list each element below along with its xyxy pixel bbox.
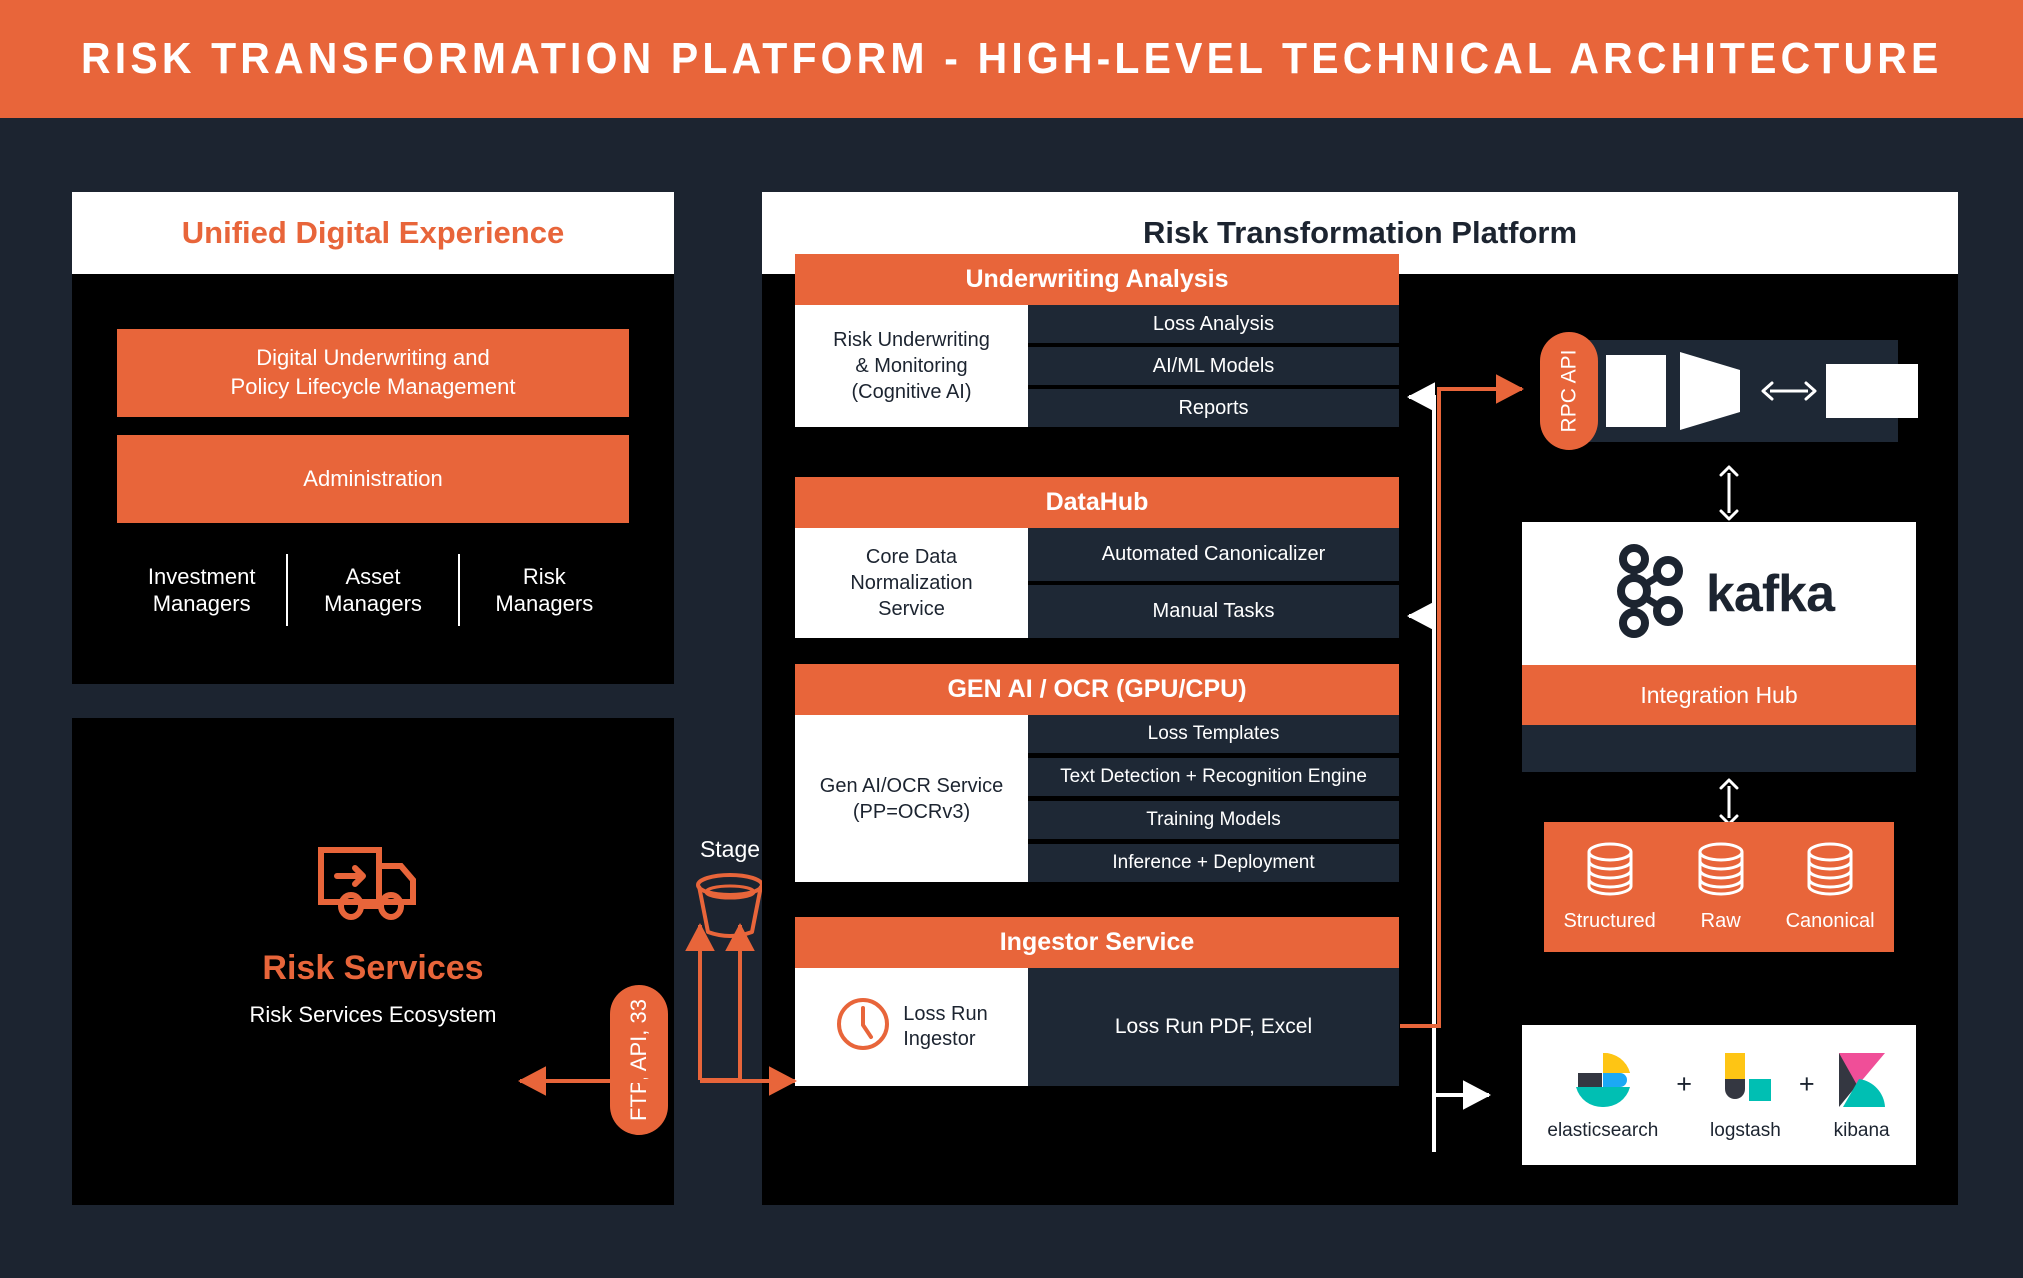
data-store-label: Raw	[1700, 910, 1741, 932]
risk-services-title: Risk Services	[262, 948, 484, 987]
loss-run-ingestor-label: Loss Run Ingestor	[903, 1003, 988, 1050]
datahub-service-label: Core Data Normalization Service	[795, 528, 1028, 638]
bidirectional-arrow-icon	[1760, 378, 1818, 409]
row-loss-analysis[interactable]: Loss Analysis	[1028, 305, 1399, 343]
elasticsearch-item: elasticsearch	[1547, 1049, 1658, 1142]
delivery-truck-icon	[313, 836, 433, 931]
loss-run-ingestor-cell: Loss Run Ingestor	[795, 968, 1028, 1086]
pipeline-output-rectangle-icon	[1826, 364, 1918, 418]
ftp-api-pill: FTP, API, 33	[610, 985, 668, 1135]
kafka-wordmark: kafka	[1706, 564, 1835, 623]
platform-title: Risk Transformation Platform	[1142, 215, 1578, 250]
kafka-integration-panel: kafka Integration Hub	[1522, 522, 1916, 772]
data-store-raw: Raw	[1695, 841, 1747, 933]
kafka-logo-area: kafka	[1522, 522, 1916, 665]
clock-icon	[835, 996, 891, 1059]
vertical-bidirectional-arrow-icon	[1716, 465, 1742, 526]
underwriting-analysis-block: Underwriting Analysis Risk Underwriting &…	[795, 254, 1399, 427]
rpc-api-label: RPC API	[1557, 349, 1580, 433]
plus-separator-icon: +	[1676, 1068, 1693, 1099]
logstash-item: logstash	[1710, 1049, 1781, 1142]
role-asset-managers: Asset Managers	[324, 563, 422, 617]
row-inference-deployment[interactable]: Inference + Deployment	[1028, 844, 1399, 882]
page-header: Risk Transformation Platform - High-Leve…	[0, 0, 2023, 118]
underwriting-analysis-title: Underwriting Analysis	[795, 254, 1399, 305]
kafka-logo	[1604, 542, 1692, 645]
gen-ai-ocr-title: GEN AI / OCR (GPU/CPU)	[795, 664, 1399, 715]
bucket-icon	[688, 872, 772, 947]
unified-digital-experience-title: Unified Digital Experience	[181, 215, 565, 250]
elk-stack-panel: elasticsearch + logstash + kibana	[1522, 1025, 1916, 1165]
database-icon	[1695, 841, 1747, 902]
risk-services-subtitle: Risk Services Ecosystem	[249, 1001, 497, 1027]
role-investment-managers: Investment Managers	[147, 563, 256, 617]
row-text-detection[interactable]: Text Detection + Recognition Engine	[1028, 758, 1399, 796]
data-store-label: Canonical	[1785, 910, 1875, 932]
integration-hub-caption: Integration Hub	[1522, 665, 1916, 725]
datahub-block: DataHub Core Data Normalization Service Au…	[795, 477, 1399, 638]
data-store-structured: Structured	[1563, 841, 1656, 933]
elasticsearch-logo	[1572, 1049, 1634, 1116]
row-loss-templates[interactable]: Loss Templates	[1028, 715, 1399, 753]
digital-underwriting-label: Digital Underwriting and Policy Lifecycle…	[230, 345, 516, 399]
row-ai-ml-models[interactable]: AI/ML Models	[1028, 347, 1399, 385]
risk-services-panel: Risk Services Risk Services Ecosystem	[72, 718, 674, 1205]
page-title: Risk Transformation Platform - High-Leve…	[80, 34, 1943, 83]
database-icon	[1584, 841, 1636, 902]
ingestor-service-title: Ingestor Service	[795, 917, 1399, 968]
risk-services-content: Risk Services Risk Services Ecosystem	[72, 718, 674, 1205]
ftp-api-label: FTP, API, 33	[626, 999, 652, 1121]
row-reports[interactable]: Reports	[1028, 389, 1399, 427]
data-store-label: Structured	[1563, 910, 1656, 932]
pipeline-rectangle-icon	[1606, 355, 1666, 427]
logstash-logo	[1715, 1049, 1775, 1116]
pipeline-funnel-icon	[1678, 352, 1748, 435]
processing-pipeline-bar	[1568, 340, 1918, 442]
gen-ai-ocr-block: GEN AI / OCR (GPU/CPU) Gen AI/OCR Servic…	[795, 664, 1399, 882]
administration-bar[interactable]: Administration	[117, 435, 629, 523]
logstash-label: logstash	[1710, 1119, 1781, 1141]
row-loss-run-pdf-excel[interactable]: Loss Run PDF, Excel	[1028, 968, 1399, 1086]
kibana-label: kibana	[1833, 1119, 1890, 1141]
role-risk-managers: Risk Managers	[495, 563, 594, 617]
kibana-logo	[1833, 1049, 1891, 1116]
plus-separator-icon: +	[1798, 1068, 1815, 1099]
user-roles-row: Investment Managers Asset Managers Risk Man…	[117, 547, 629, 633]
datahub-title: DataHub	[795, 477, 1399, 528]
kibana-item: kibana	[1833, 1049, 1891, 1142]
unified-digital-experience-header: Unified Digital Experience	[72, 192, 674, 274]
row-manual-tasks[interactable]: Manual Tasks	[1028, 585, 1399, 638]
ingestor-service-block: Ingestor Service Loss Run Ingestor Loss R…	[795, 917, 1399, 1086]
elasticsearch-label: elasticsearch	[1547, 1119, 1659, 1141]
administration-label: Administration	[303, 465, 443, 491]
unified-digital-experience-panel: Unified Digital Experience Digital Under…	[72, 192, 674, 684]
data-stores-panel: Structured Raw Canonical	[1544, 822, 1894, 952]
architecture-diagram: Risk Transformation Platform - High-Leve…	[0, 0, 2023, 1278]
row-training-models[interactable]: Training Models	[1028, 801, 1399, 839]
rpc-api-pill: RPC API	[1540, 332, 1598, 450]
row-automated-canonicalizer[interactable]: Automated Canonicalizer	[1028, 528, 1399, 581]
gen-ai-ocr-service-label: Gen AI/OCR Service (PP=OCRv3)	[795, 715, 1028, 882]
digital-underwriting-bar[interactable]: Digital Underwriting and Policy Lifecycle…	[117, 329, 629, 417]
data-store-canonical: Canonical	[1786, 841, 1875, 933]
underwriting-analysis-service-label: Risk Underwriting & Monitoring (Cognitive …	[795, 305, 1028, 427]
database-icon	[1804, 841, 1856, 902]
